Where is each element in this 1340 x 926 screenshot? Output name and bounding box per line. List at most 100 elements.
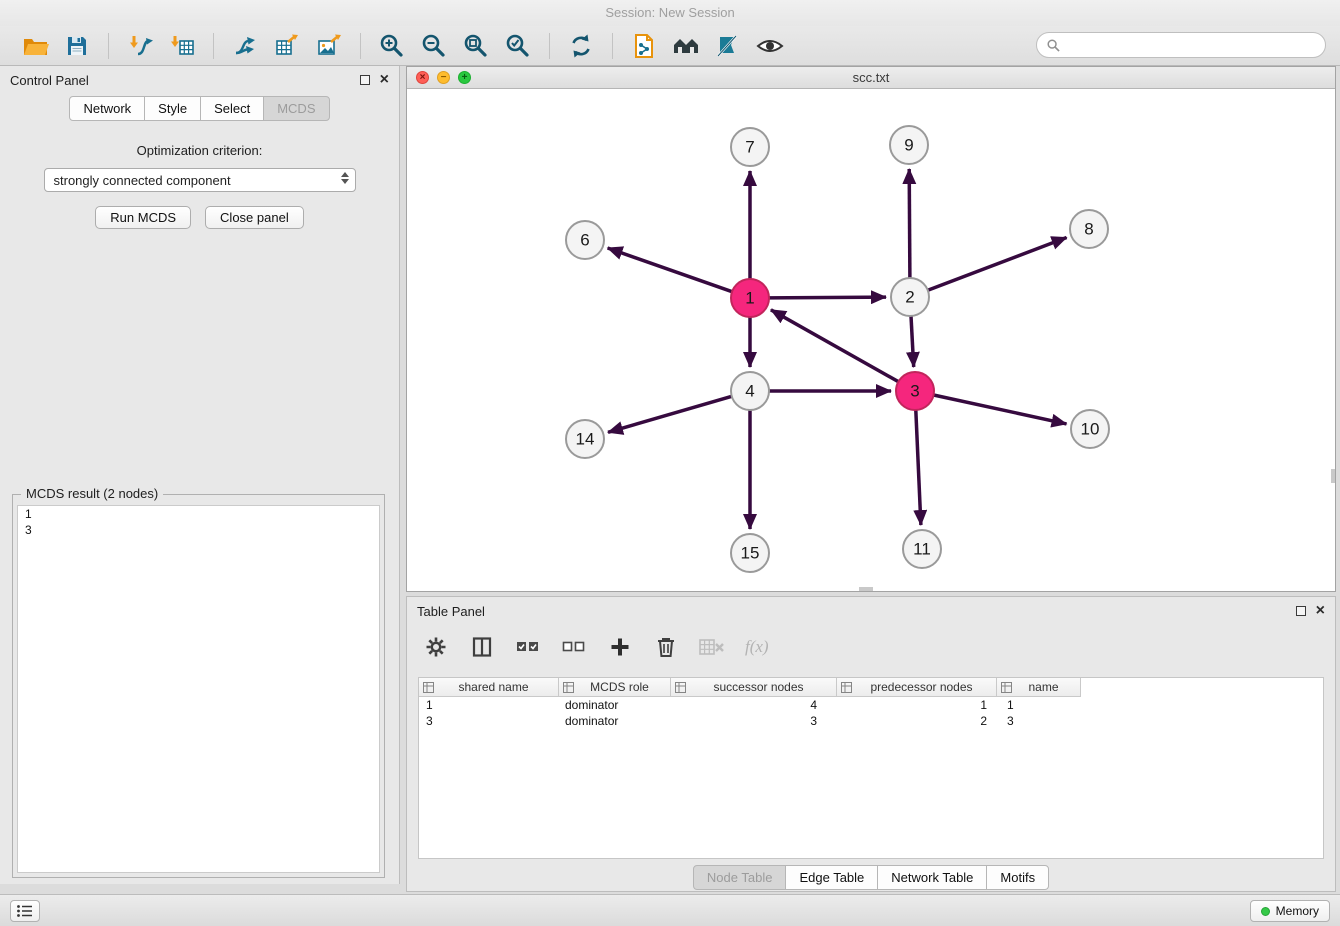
export-image-icon[interactable] bbox=[314, 32, 344, 60]
zoom-in-icon[interactable] bbox=[377, 32, 407, 60]
add-column-icon[interactable] bbox=[607, 634, 633, 660]
zoom-selected-icon[interactable] bbox=[503, 32, 533, 60]
graph-node-label: 7 bbox=[745, 138, 754, 157]
column-header-name[interactable]: name bbox=[997, 678, 1081, 697]
tab-select[interactable]: Select bbox=[200, 96, 264, 121]
search-input[interactable] bbox=[1066, 38, 1315, 53]
table-cell[interactable]: 3 bbox=[997, 713, 1081, 729]
delete-column-trash-icon[interactable] bbox=[653, 634, 679, 660]
column-header-MCDS-role[interactable]: MCDS role bbox=[559, 678, 671, 697]
horizontal-scroll-grip[interactable] bbox=[859, 587, 873, 591]
export-table-icon[interactable] bbox=[272, 32, 302, 60]
zoom-fit-icon[interactable] bbox=[461, 32, 491, 60]
close-panel-button[interactable]: Close panel bbox=[205, 206, 304, 229]
save-glyph bbox=[65, 34, 89, 58]
zoom-selected-glyph bbox=[505, 33, 531, 59]
search-icon bbox=[1047, 39, 1060, 52]
eye-icon[interactable] bbox=[755, 32, 785, 60]
table-cell[interactable]: dominator bbox=[559, 713, 671, 729]
graph-edge-3-1[interactable] bbox=[771, 310, 899, 382]
graph-edge-4-14[interactable] bbox=[608, 396, 732, 432]
table-cell[interactable]: 1 bbox=[837, 697, 997, 713]
refresh-glyph bbox=[568, 33, 594, 59]
select-all-icon[interactable] bbox=[515, 634, 541, 660]
mcds-result-group: MCDS result (2 nodes) 1 3 bbox=[12, 494, 385, 878]
tab-network[interactable]: Network bbox=[69, 96, 145, 121]
dropdown-chevrons-icon bbox=[341, 172, 349, 184]
criterion-dropdown-value: strongly connected component bbox=[54, 173, 231, 188]
table-cell[interactable]: 3 bbox=[419, 713, 559, 729]
graph-node-label: 8 bbox=[1084, 220, 1093, 239]
export-table-glyph bbox=[274, 33, 300, 59]
vertical-scroll-grip[interactable] bbox=[1331, 469, 1335, 483]
memory-status-icon bbox=[1261, 907, 1270, 916]
tab-motifs[interactable]: Motifs bbox=[986, 865, 1049, 890]
float-panel-icon[interactable] bbox=[1296, 606, 1306, 616]
table-row[interactable]: 1dominator411 bbox=[419, 697, 1323, 713]
mcds-result-list[interactable]: 1 3 bbox=[17, 505, 380, 873]
export-image-glyph bbox=[316, 33, 342, 59]
tab-mcds[interactable]: MCDS bbox=[263, 96, 329, 121]
graph-edge-3-10[interactable] bbox=[934, 395, 1067, 424]
network-arrows-icon[interactable] bbox=[230, 32, 260, 60]
search-field[interactable] bbox=[1036, 32, 1326, 58]
tab-edge-table[interactable]: Edge Table bbox=[785, 865, 878, 890]
columns-glyph bbox=[471, 636, 493, 658]
document-share-icon[interactable] bbox=[629, 32, 659, 60]
criterion-dropdown[interactable]: strongly connected component bbox=[44, 168, 356, 192]
toolbar-separator bbox=[360, 33, 361, 59]
graph-edge-1-2[interactable] bbox=[769, 297, 886, 298]
list-icon bbox=[16, 903, 34, 919]
close-panel-icon[interactable]: × bbox=[380, 73, 389, 87]
table-cell[interactable]: 1 bbox=[419, 697, 559, 713]
table-cell[interactable]: dominator bbox=[559, 697, 671, 713]
column-attribute-icon bbox=[423, 682, 434, 693]
column-header-shared-name[interactable]: shared name bbox=[419, 678, 559, 697]
table-cell[interactable]: 1 bbox=[997, 697, 1081, 713]
graph-node-label: 6 bbox=[580, 231, 589, 250]
graph-edge-1-6[interactable] bbox=[608, 248, 733, 292]
nested-networks-icon[interactable] bbox=[671, 32, 701, 60]
run-mcds-button[interactable]: Run MCDS bbox=[95, 206, 191, 229]
tab-style[interactable]: Style bbox=[144, 96, 201, 121]
memory-button[interactable]: Memory bbox=[1250, 900, 1330, 922]
eye-glyph bbox=[756, 33, 784, 59]
refresh-icon[interactable] bbox=[566, 32, 596, 60]
network-graph[interactable]: 7968124314101511 bbox=[407, 89, 1335, 591]
document-share-glyph bbox=[632, 33, 656, 59]
show-panel-list-button[interactable] bbox=[10, 900, 40, 922]
table-cell[interactable]: 4 bbox=[671, 697, 837, 713]
show-columns-icon[interactable] bbox=[469, 634, 495, 660]
table-cell[interactable]: 2 bbox=[837, 713, 997, 729]
save-session-icon[interactable] bbox=[62, 32, 92, 60]
trash-glyph bbox=[656, 636, 676, 658]
tab-node-table[interactable]: Node Table bbox=[693, 865, 787, 890]
import-table-icon[interactable] bbox=[167, 32, 197, 60]
import-network-icon[interactable] bbox=[125, 32, 155, 60]
table-panel-header: Table Panel × bbox=[407, 597, 1335, 625]
mcds-result-line: 3 bbox=[18, 522, 379, 538]
deselect-all-icon[interactable] bbox=[561, 634, 587, 660]
float-panel-icon[interactable] bbox=[360, 75, 370, 85]
network-window-titlebar[interactable]: × − + scc.txt bbox=[407, 67, 1335, 89]
graph-edge-2-9[interactable] bbox=[909, 169, 910, 278]
graph-edge-2-8[interactable] bbox=[928, 238, 1067, 291]
table-cell[interactable]: 3 bbox=[671, 713, 837, 729]
graph-edge-3-11[interactable] bbox=[916, 410, 921, 525]
tab-network-table[interactable]: Network Table bbox=[877, 865, 987, 890]
zoom-out-icon[interactable] bbox=[419, 32, 449, 60]
window-titlebar[interactable]: Session: New Session bbox=[0, 0, 1340, 26]
network-canvas[interactable]: 7968124314101511 bbox=[407, 89, 1335, 591]
close-panel-icon[interactable]: × bbox=[1316, 604, 1325, 618]
delete-table-glyph bbox=[699, 637, 725, 657]
main-toolbar bbox=[0, 26, 1340, 66]
table-settings-gear-icon[interactable] bbox=[423, 634, 449, 660]
table-row[interactable]: 3dominator323 bbox=[419, 713, 1323, 729]
style-badge-icon[interactable] bbox=[713, 32, 743, 60]
table-body: 1dominator4113dominator323 bbox=[419, 697, 1323, 729]
graph-node-label: 2 bbox=[905, 288, 914, 307]
open-folder-icon[interactable] bbox=[20, 32, 50, 60]
graph-edge-2-3[interactable] bbox=[911, 316, 914, 367]
column-header-successor-nodes[interactable]: successor nodes bbox=[671, 678, 837, 697]
column-header-predecessor-nodes[interactable]: predecessor nodes bbox=[837, 678, 997, 697]
